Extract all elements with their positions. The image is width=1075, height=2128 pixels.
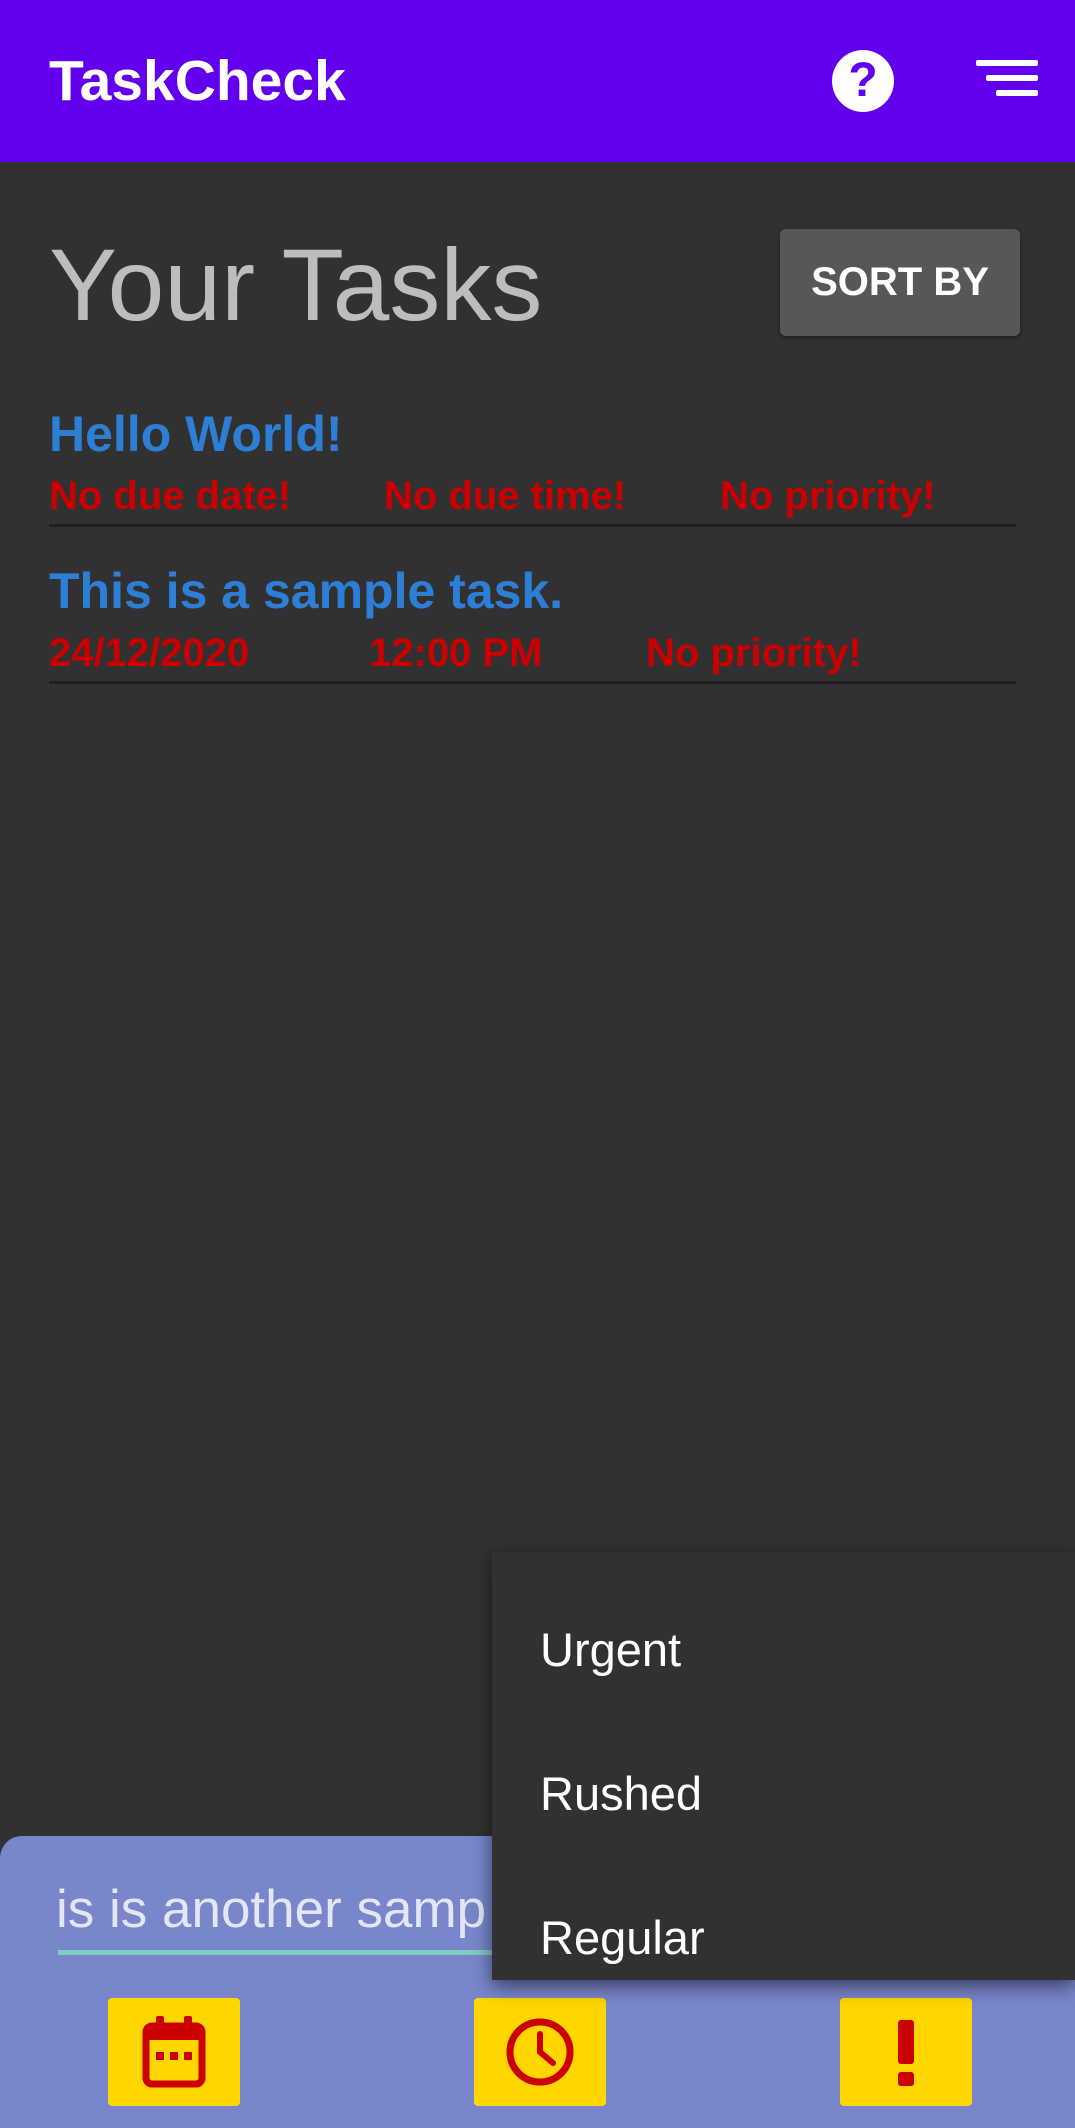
task-item[interactable]: Hello World! No due date! No due time! N… <box>49 400 1016 527</box>
exclamation-icon <box>898 2020 914 2086</box>
task-item[interactable]: This is a sample task. 24/12/2020 12:00 … <box>49 557 1016 684</box>
menu-item-urgent[interactable]: Urgent <box>540 1620 681 1680</box>
menu-item-rushed[interactable]: Rushed <box>540 1764 702 1824</box>
set-date-button[interactable] <box>108 1998 240 2106</box>
task-input[interactable]: is is another samp <box>56 1870 556 1950</box>
help-icon[interactable]: ? <box>832 50 894 112</box>
set-time-button[interactable] <box>474 1998 606 2106</box>
set-priority-button[interactable] <box>840 1998 972 2106</box>
task-due-time: 12:00 PM <box>369 631 543 675</box>
calendar-icon <box>142 2016 206 2088</box>
task-title: This is a sample task. <box>49 563 564 619</box>
menu-item-regular[interactable]: Regular <box>540 1908 705 1968</box>
page-title: Your Tasks <box>49 228 543 342</box>
clock-icon <box>506 2018 574 2086</box>
sort-lines-icon[interactable] <box>976 60 1038 100</box>
task-due-date: 24/12/2020 <box>49 631 250 675</box>
task-due-time: No due time! <box>384 474 627 518</box>
app-bar: TaskCheck ? <box>0 0 1075 162</box>
task-title: Hello World! <box>49 406 343 462</box>
task-priority: No priority! <box>720 474 936 518</box>
input-underline <box>58 1950 498 1955</box>
task-priority: No priority! <box>646 631 862 675</box>
task-due-date: No due date! <box>49 474 292 518</box>
priority-menu: Urgent Rushed Regular <box>492 1552 1075 1980</box>
sort-by-button[interactable]: SORT BY <box>780 229 1020 336</box>
app-title: TaskCheck <box>49 49 346 113</box>
